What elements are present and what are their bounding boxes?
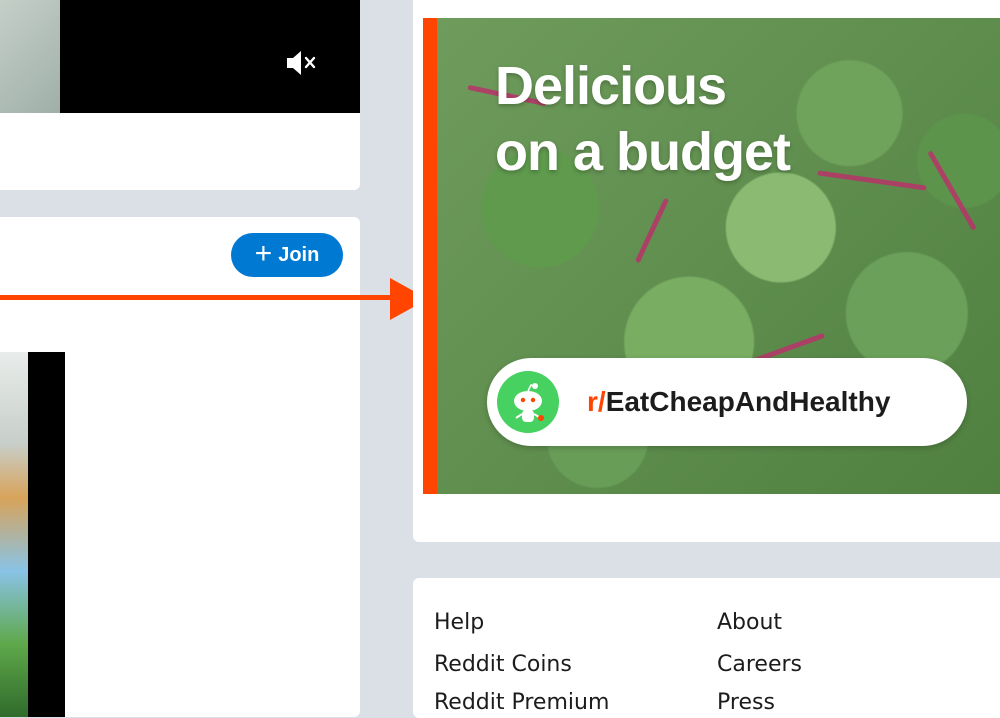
community-ad-banner[interactable]: Delicious on a budget r/EatCheapAndHealt… — [423, 18, 1000, 494]
footer-link-about[interactable]: About — [717, 610, 782, 635]
subreddit-prefix: r/ — [587, 386, 606, 417]
plus-icon: + — [254, 236, 273, 270]
video-post-card — [0, 0, 360, 190]
footer-link-reddit-coins[interactable]: Reddit Coins — [434, 652, 572, 677]
mute-button[interactable] — [284, 48, 318, 78]
ad-headline-line-2: on a budget — [495, 122, 791, 182]
onion-slice-decoration — [634, 197, 670, 264]
post-image[interactable] — [0, 352, 65, 717]
annotation-arrow-line — [0, 295, 395, 300]
join-button[interactable]: + Join — [231, 233, 343, 277]
footer-link-press[interactable]: Press — [717, 690, 775, 715]
join-label: Join — [278, 243, 320, 266]
onion-slice-decoration — [927, 150, 977, 231]
footer-link-help[interactable]: Help — [434, 610, 484, 635]
footer-link-reddit-premium[interactable]: Reddit Premium — [434, 690, 609, 715]
video-thumbnail — [0, 0, 60, 113]
snoo-icon — [497, 371, 559, 433]
video-player[interactable] — [0, 0, 360, 113]
post-image-art — [0, 352, 28, 717]
speaker-muted-icon — [287, 51, 316, 75]
community-ad-card: Delicious on a budget r/EatCheapAndHealt… — [413, 0, 1000, 542]
ad-headline-line-1: Delicious — [495, 56, 727, 116]
subreddit-name-text: EatCheapAndHealthy — [605, 386, 891, 417]
subreddit-link-pill[interactable]: r/EatCheapAndHealthy — [487, 358, 967, 446]
onion-slice-decoration — [817, 170, 927, 191]
footer-links-card: Help Reddit Coins Reddit Premium About C… — [413, 578, 1000, 718]
subreddit-name: r/EatCheapAndHealthy — [587, 386, 890, 418]
footer-link-careers[interactable]: Careers — [717, 652, 802, 677]
post-card: + Join — [0, 217, 360, 717]
ad-headline: Delicious on a budget — [495, 53, 791, 185]
